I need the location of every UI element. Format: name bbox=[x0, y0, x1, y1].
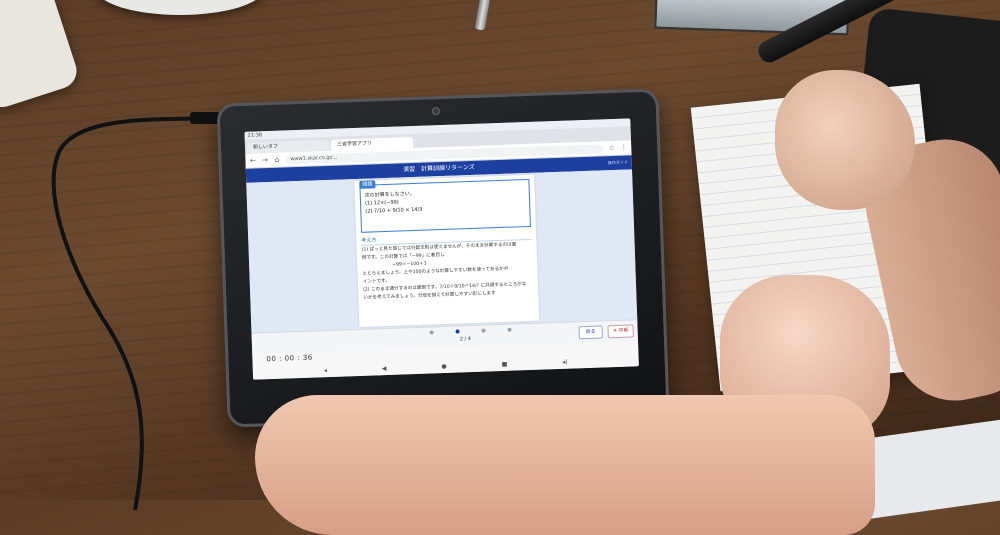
back-button[interactable]: 戻る bbox=[578, 325, 603, 340]
page-indicator: 2 / 4 bbox=[459, 336, 472, 343]
page-dot[interactable] bbox=[481, 328, 486, 333]
back-arrow-icon[interactable]: ← bbox=[249, 156, 256, 164]
volume-down-icon[interactable]: ◂ bbox=[324, 367, 327, 374]
left-arm bbox=[255, 395, 875, 535]
page-title: 演習 計算訓練リターンズ bbox=[402, 163, 475, 174]
quit-button[interactable]: ✕ 中断 bbox=[607, 324, 634, 339]
tablet: 21:38 新しいタブ 三省学習アプリ ← → ⌂ www1.skar.co.j… bbox=[216, 88, 670, 428]
home-icon[interactable]: ⌂ bbox=[273, 155, 280, 163]
right-hand bbox=[775, 70, 915, 210]
problem-box: 問題 次の計算をしなさい。 (1) 12×(−99) (2) 7/10 + 9/… bbox=[359, 178, 531, 233]
problem-tag: 問題 bbox=[359, 180, 376, 189]
page-dot[interactable] bbox=[429, 330, 434, 335]
problem-card: 問題 次の計算をしなさい。 (1) 12×(−99) (2) 7/10 + 9/… bbox=[354, 174, 540, 327]
page-dot-active[interactable] bbox=[455, 329, 460, 334]
back-triangle-icon[interactable]: ◀ bbox=[382, 365, 387, 372]
content-area: 問題 次の計算をしなさい。 (1) 12×(−99) (2) 7/10 + 9/… bbox=[246, 169, 638, 333]
elapsed-timer: 00 : 00 : 36 bbox=[266, 353, 313, 364]
guide-link[interactable]: 操作ガイド bbox=[608, 155, 628, 170]
recents-square-icon[interactable]: ■ bbox=[502, 361, 508, 368]
tablet-screen: 21:38 新しいタブ 三省学習アプリ ← → ⌂ www1.skar.co.j… bbox=[244, 118, 639, 380]
volume-up-icon[interactable]: ◂) bbox=[562, 359, 568, 366]
camera-icon bbox=[431, 107, 441, 116]
status-time: 21:38 bbox=[247, 132, 263, 139]
page-dot[interactable] bbox=[507, 327, 512, 332]
home-circle-icon[interactable]: ● bbox=[441, 363, 446, 370]
star-icon[interactable]: ☆ bbox=[608, 143, 615, 151]
charging-cable bbox=[51, 112, 220, 510]
forward-arrow-icon[interactable]: → bbox=[261, 156, 268, 164]
page-dots bbox=[429, 327, 512, 335]
menu-icon[interactable]: ⋮ bbox=[620, 143, 627, 151]
